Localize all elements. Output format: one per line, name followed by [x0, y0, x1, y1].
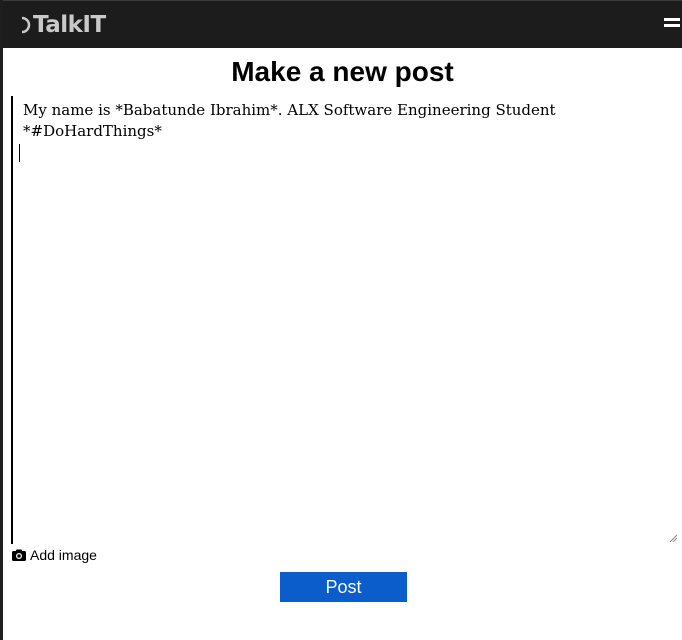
logo-mark-icon [10, 16, 31, 34]
page-title: Make a new post [231, 56, 454, 87]
camera-icon [12, 549, 26, 561]
post-textarea-text: My name is *Babatunde Ibrahim*. ALX Soft… [23, 101, 556, 140]
add-image-label: Add image [30, 547, 97, 563]
resize-grip-icon[interactable] [669, 534, 677, 542]
text-cursor [19, 144, 20, 162]
top-navbar: TalkIT [3, 0, 682, 48]
logo[interactable]: TalkIT [8, 11, 106, 39]
logo-text: TalkIT [33, 12, 106, 38]
app-frame: TalkIT Make a new post My name is *Babat… [3, 0, 682, 640]
add-image-button[interactable]: Add image [12, 547, 97, 563]
post-textarea[interactable]: My name is *Babatunde Ibrahim*. ALX Soft… [11, 96, 679, 544]
post-button[interactable]: Post [280, 572, 407, 602]
hamburger-menu-icon[interactable] [664, 18, 680, 32]
